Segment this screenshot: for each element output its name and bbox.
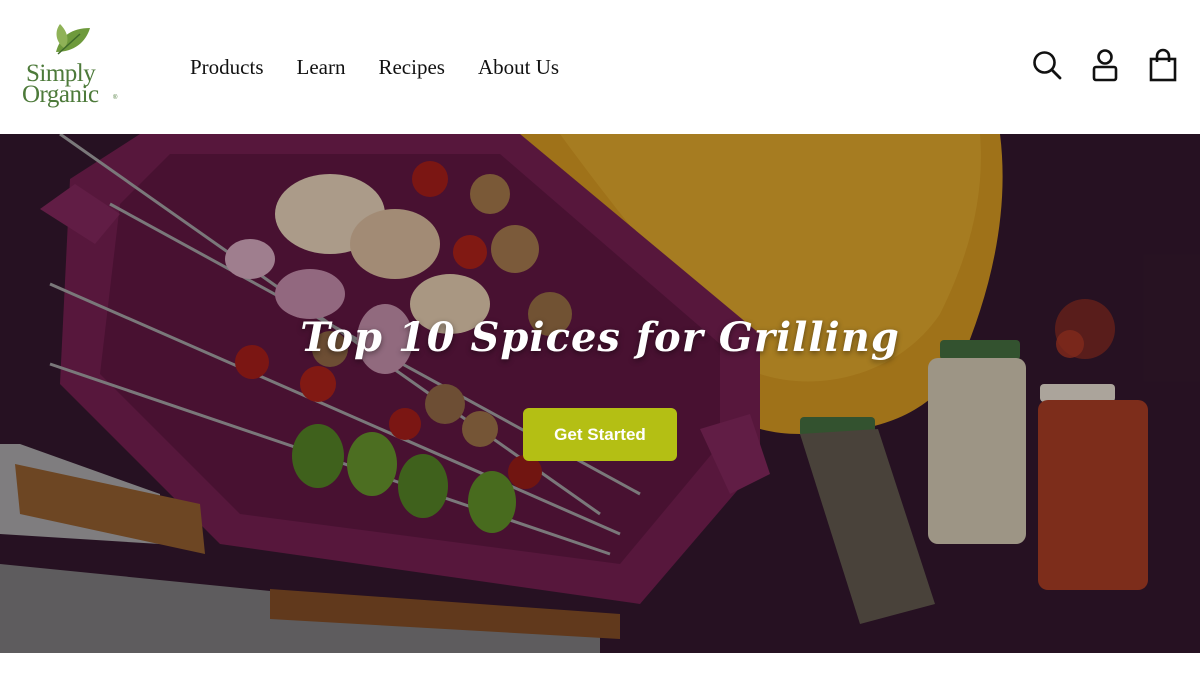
main-nav: Products Learn Recipes About Us [190, 54, 559, 80]
nav-products[interactable]: Products [190, 54, 264, 80]
site-header: Simply Organic ® Products Learn Recipes … [0, 0, 1200, 133]
logo-registered-mark: ® [113, 95, 118, 101]
utility-nav [1032, 48, 1178, 82]
nav-recipes[interactable]: Recipes [378, 54, 444, 80]
account-icon[interactable] [1090, 48, 1120, 82]
hero-dark-overlay [0, 134, 1200, 653]
brand-logo[interactable]: Simply Organic ® [20, 22, 125, 112]
leaf-icon [56, 24, 90, 55]
nav-about-us[interactable]: About Us [478, 54, 559, 80]
search-icon[interactable] [1032, 48, 1062, 82]
hero-title: Top 10 Spices for Grilling [300, 314, 900, 361]
nav-learn[interactable]: Learn [297, 54, 346, 80]
content-area [0, 653, 1200, 695]
logo-text-organic: Organic [22, 81, 99, 108]
cart-icon[interactable] [1148, 48, 1178, 82]
hero-banner: Top 10 Spices for Grilling Get Started [0, 134, 1200, 653]
get-started-button[interactable]: Get Started [523, 408, 677, 461]
